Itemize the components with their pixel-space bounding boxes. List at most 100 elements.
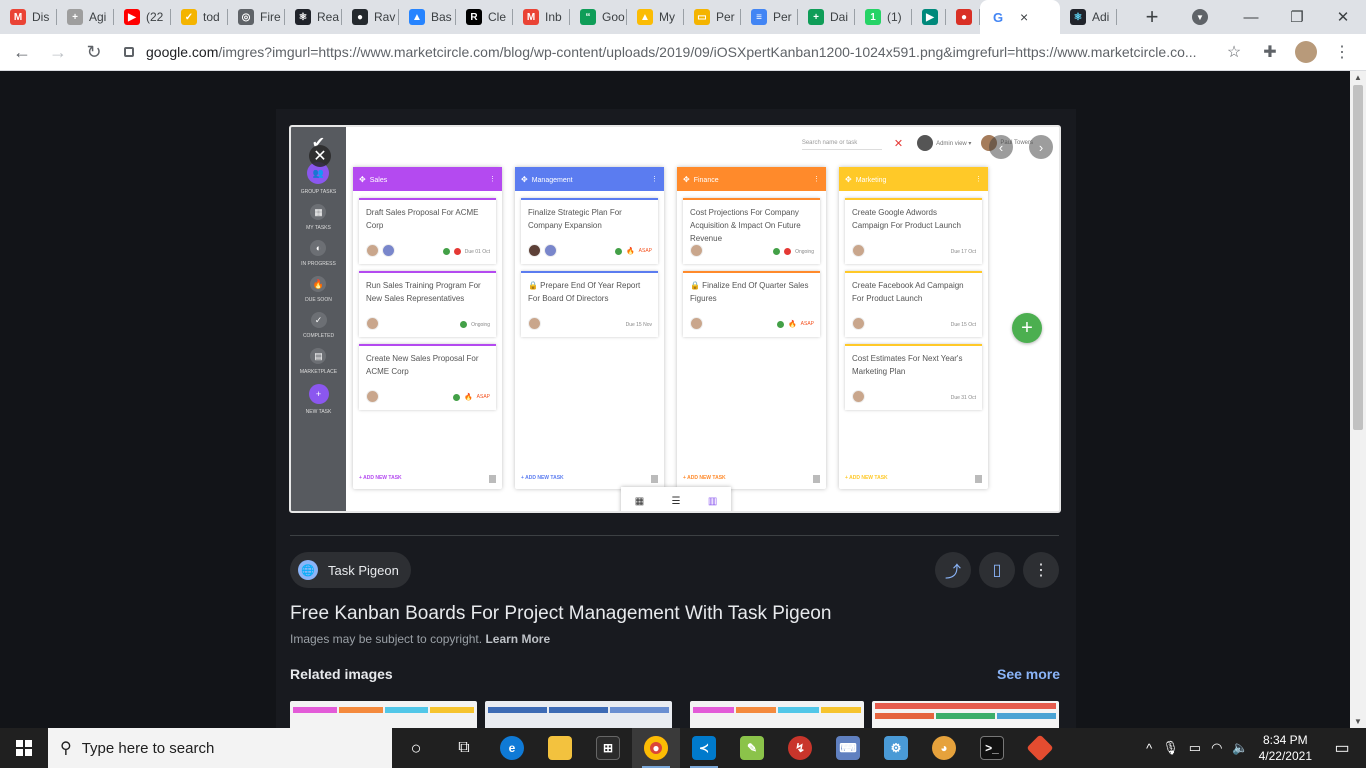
column-title: Management — [531, 176, 573, 184]
vscode-app[interactable]: ≺ — [680, 728, 728, 768]
bookmark-star-icon[interactable]: ☆ — [1218, 36, 1250, 68]
assignees — [366, 390, 379, 403]
notepad-app[interactable]: ✎ — [728, 728, 776, 768]
tab[interactable]: M Inb — [513, 0, 570, 34]
chevron-up-icon[interactable]: ^ — [1146, 741, 1152, 756]
related-thumbnail[interactable] — [485, 701, 672, 731]
close-window-button[interactable]: ✕ — [1320, 8, 1366, 26]
tool-app[interactable]: ⚙ — [872, 728, 920, 768]
column-icon: ✥ — [683, 174, 690, 184]
wifi-icon[interactable]: ◠ — [1211, 740, 1222, 756]
taskbar-search[interactable]: ⚲ Type here to search — [48, 728, 392, 768]
column-footer: + ADD NEW TASK — [521, 475, 658, 483]
tab[interactable]: ● — [946, 0, 980, 34]
task-view-button[interactable]: ⧉ — [440, 728, 488, 768]
column-header: ✥ Marketing ⋮ — [839, 167, 988, 191]
share-icon: ⤴ — [944, 564, 961, 581]
network-app[interactable]: ⌨ — [824, 728, 872, 768]
new-tab-button[interactable]: + — [1135, 0, 1169, 34]
sidebar-label: MARKETPLACE — [299, 369, 338, 375]
reload-button[interactable]: ↻ — [78, 36, 110, 68]
volume-icon[interactable]: 🔈 — [1232, 740, 1248, 756]
meet-icon: ▶ — [922, 9, 938, 25]
chrome-icon: ● — [644, 736, 668, 760]
tab[interactable]: M Dis — [0, 0, 57, 34]
tab[interactable]: ▭ Per — [684, 0, 741, 34]
related-thumbnail[interactable] — [872, 701, 1059, 731]
tab[interactable]: ● Rav — [342, 0, 399, 34]
add-new-task-link: + ADD NEW TASK — [521, 475, 564, 481]
back-button[interactable]: ← — [6, 36, 38, 68]
tab[interactable]: 1 (1) — [855, 0, 912, 34]
edge-app[interactable]: e — [488, 728, 536, 768]
paint-app[interactable]: ◕ — [920, 728, 968, 768]
save-button[interactable]: ▯ — [979, 552, 1015, 588]
share-button[interactable]: ⤴ — [935, 552, 971, 588]
tab[interactable]: ◎ Fire — [228, 0, 285, 34]
tab[interactable]: R Cle — [456, 0, 513, 34]
chrome-app[interactable]: ● — [632, 728, 680, 768]
kanban-sidebar-item: 🔥 DUE SOON — [305, 276, 332, 303]
tab-close-icon[interactable]: × — [1020, 9, 1028, 25]
gmail-icon: M — [523, 9, 539, 25]
assignees — [852, 244, 865, 257]
tab[interactable]: + Agi — [57, 0, 114, 34]
task-title: Cost Estimates For Next Year's Marketing… — [852, 354, 963, 376]
address-bar[interactable]: google.com/imgres?imgurl=https://www.mar… — [122, 38, 1210, 66]
lock-icon — [124, 47, 134, 57]
github-icon: ● — [352, 9, 368, 25]
fire-icon: 🔥 — [787, 321, 797, 328]
next-image-button[interactable]: › — [1029, 135, 1053, 159]
image-title[interactable]: Free Kanban Boards For Project Managemen… — [290, 603, 831, 625]
app-red[interactable]: ↯ — [776, 728, 824, 768]
tab-active[interactable]: G × — [980, 0, 1060, 34]
see-more-link[interactable]: See more — [997, 666, 1060, 682]
task-card: 🔒 Prepare End Of Year Report For Board O… — [521, 271, 658, 337]
scrollbar-thumb[interactable] — [1353, 85, 1363, 430]
cortana-button[interactable]: ○ — [392, 728, 440, 768]
git-app[interactable] — [1016, 728, 1064, 768]
tab-last[interactable]: ⚛ Adi — [1060, 0, 1117, 34]
more-options-button[interactable]: ⋮ — [1023, 552, 1059, 588]
notifications-icon[interactable]: ▭ — [1322, 728, 1362, 768]
profile-avatar[interactable] — [1290, 36, 1322, 68]
related-thumbnail[interactable] — [690, 701, 864, 731]
tab[interactable]: ▲ Bas — [399, 0, 456, 34]
scrollbar[interactable]: ▲ ▼ — [1350, 71, 1366, 728]
tab[interactable]: ≡ Per — [741, 0, 798, 34]
terminal-app[interactable]: >_ — [968, 728, 1016, 768]
close-icon: ✕ — [893, 137, 904, 150]
tab[interactable]: ▲ My — [627, 0, 684, 34]
start-button[interactable] — [0, 728, 48, 768]
related-thumbnail[interactable] — [290, 701, 477, 731]
close-icon[interactable]: ✕ — [309, 145, 331, 167]
forward-button[interactable]: → — [42, 36, 74, 68]
column-menu-icon: ⋮ — [975, 176, 982, 183]
kanban-column: ✥ Management ⋮ Finalize Strategic Plan For … — [515, 167, 664, 489]
column-menu-icon: ⋮ — [489, 176, 496, 183]
prev-image-button[interactable]: ‹ — [989, 135, 1013, 159]
tab[interactable]: “ Goo — [570, 0, 627, 34]
source-chip[interactable]: 🌐 Task Pigeon — [290, 552, 411, 588]
tab-search-icon[interactable]: ▼ — [1192, 9, 1208, 25]
file-explorer-app[interactable] — [536, 728, 584, 768]
tab[interactable]: ⚛ Rea — [285, 0, 342, 34]
preview-image[interactable]: ✕ ✔ 👥 GROUP TASKS ▦ MY TASKS ◐ IN PROGRESS 🔥 DU… — [289, 125, 1061, 513]
kanban-search: Search name or task — [801, 136, 882, 150]
tab[interactable]: ▶ (22 — [114, 0, 171, 34]
store-app[interactable]: ⊞ — [584, 728, 632, 768]
minimize-button[interactable]: — — [1228, 9, 1274, 26]
learn-more-link[interactable]: Learn More — [485, 632, 550, 646]
tab[interactable]: ▶ — [912, 0, 946, 34]
menu-icon[interactable]: ⋮ — [1326, 36, 1358, 68]
clock[interactable]: 8:34 PM 4/22/2021 — [1259, 732, 1312, 764]
restore-button[interactable]: ❐ — [1274, 8, 1320, 26]
sidebar-label: MY TASKS — [306, 225, 331, 231]
battery-icon[interactable]: ▭ — [1189, 740, 1201, 756]
sidebar-icon: ▤ — [310, 348, 327, 364]
progress-icon — [452, 393, 460, 401]
tab[interactable]: + Dai — [798, 0, 855, 34]
extensions-icon[interactable]: ✚ — [1254, 36, 1286, 68]
microphone-icon[interactable]: 🎙 — [1162, 740, 1179, 756]
tab[interactable]: ✓ tod — [171, 0, 228, 34]
